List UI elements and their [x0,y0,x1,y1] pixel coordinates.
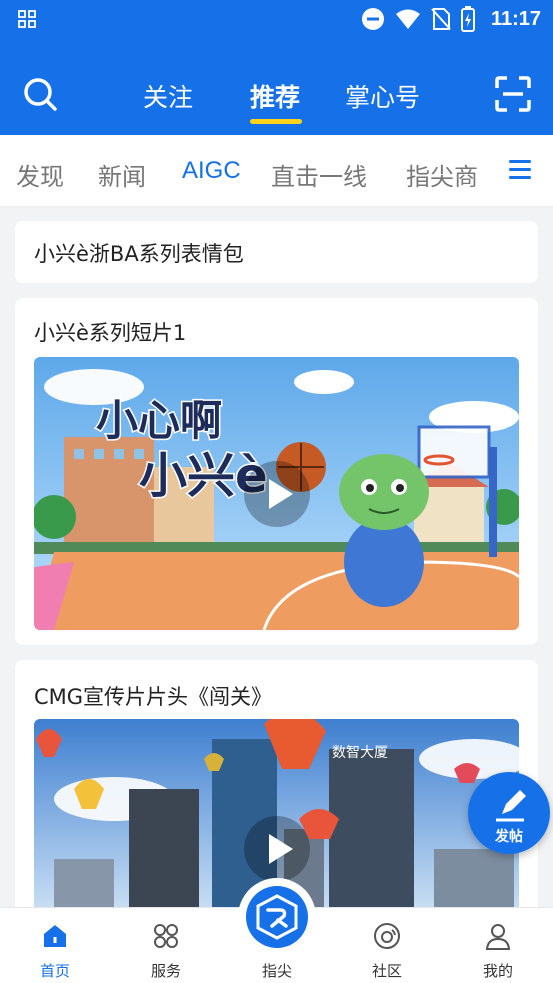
top-navigation: 关注 推荐 掌心号 [0,64,553,124]
nav-profile[interactable]: 我的 [458,908,538,983]
feed-item-title: 小兴è浙BA系列表情包 [34,242,244,266]
nav-services-label: 服务 [150,962,181,980]
home-icon [44,925,66,947]
nav-home-label: 首页 [39,962,70,980]
feed-item-title: CMG宣传片片头《闯关》 [34,685,273,709]
edit-pen-icon [496,790,526,822]
active-tab-indicator [250,119,302,124]
no-sim-icon [431,8,451,30]
play-icon[interactable] [243,816,310,882]
post-button-label: 发帖 [495,829,523,845]
scan-icon[interactable] [495,76,531,112]
video-overlay-text: 小心啊 [96,396,222,445]
services-icon [154,924,178,948]
status-time: 11:17 [490,7,541,30]
fingertip-center-button[interactable] [238,878,316,956]
building-sign: 数智大厦 [332,745,388,761]
play-icon[interactable] [243,460,310,527]
nav-community[interactable]: 社区 [347,908,427,983]
tab-recommend[interactable]: 推荐 [250,78,300,114]
status-bar: 11:17 [0,0,553,38]
community-icon [374,923,400,949]
nav-home[interactable]: 首页 [15,908,95,983]
do-not-disturb-icon [361,8,384,30]
feed-item[interactable]: 小兴è系列短片1 小心啊 小兴è [15,298,538,645]
category-menu-icon[interactable] [509,160,531,182]
nav-services[interactable]: 服务 [126,908,206,983]
category-bar: 发现 新闻 AIGC 直击一线 指尖商 [0,135,553,207]
tab-follow[interactable]: 关注 [143,78,193,114]
feed-item-title: 小兴è系列短片1 [34,321,187,345]
feed-item[interactable]: 小兴è浙BA系列表情包 [15,221,538,283]
category-aigc[interactable]: AIGC [182,157,241,185]
battery-charging-icon [460,6,475,32]
post-button[interactable]: 发帖 [468,772,550,854]
nav-fingertip-label: 指尖 [261,962,292,980]
video-thumbnail[interactable]: 小心啊 小兴è [34,357,519,630]
profile-icon [485,924,511,950]
nav-profile-label: 我的 [482,962,513,980]
fingertip-logo-icon [256,894,298,940]
search-icon[interactable] [22,76,58,112]
category-frontline[interactable]: 直击一线 [271,157,367,192]
category-discover[interactable]: 发现 [16,157,64,192]
nav-community-label: 社区 [371,962,402,980]
category-news[interactable]: 新闻 [98,157,146,192]
app-header: 11:17 关注 推荐 掌心号 [0,0,553,135]
wifi-icon [395,9,420,29]
app-grid-icon [18,10,36,28]
tab-palm-account[interactable]: 掌心号 [345,78,420,114]
category-fingertip-business[interactable]: 指尖商 [406,157,478,192]
